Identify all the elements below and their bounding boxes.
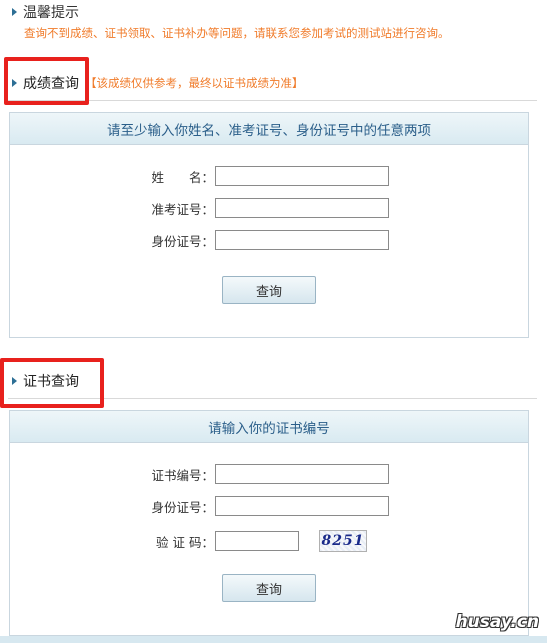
triangle-right-icon xyxy=(12,8,17,16)
score-section-note: 【该成绩仅供参考，最终以证书成绩为准】 xyxy=(85,76,304,90)
cert-panel-title: 请输入你的证书编号 xyxy=(10,411,528,443)
id-row: 身份证号： xyxy=(126,230,389,250)
name-row: 姓 名： xyxy=(126,166,389,186)
cert-number-label: 证书编号： xyxy=(151,467,214,483)
ticket-row: 准考证号： xyxy=(126,198,389,218)
cert-number-input[interactable] xyxy=(215,464,389,484)
cert-query-panel: 请输入你的证书编号 证书编号： 身份证号： 验 证 码： 8251 查询 xyxy=(9,410,529,636)
tip-title: 温馨提示 xyxy=(23,5,79,21)
captcha-image[interactable]: 8251 xyxy=(319,530,367,552)
name-label: 姓 名： xyxy=(151,169,214,185)
id-number-input[interactable] xyxy=(215,230,389,250)
id-number-label: 身份证号： xyxy=(151,233,214,249)
tip-text: 查询不到成绩、证书领取、证书补办等问题，请联系您参加考试的测试站进行咨询。 xyxy=(24,26,450,40)
tip-header: 温馨提示 xyxy=(12,2,79,22)
ticket-number-label: 准考证号： xyxy=(151,201,214,217)
score-query-panel: 请至少输入你姓名、准考证号、身份证号中的任意两项 姓 名： 准考证号： 身份证号… xyxy=(9,112,529,338)
cert-query-button[interactable]: 查询 xyxy=(222,574,316,602)
score-panel-title: 请至少输入你姓名、准考证号、身份证号中的任意两项 xyxy=(10,113,528,145)
cert-number-row: 证书编号： xyxy=(126,464,389,484)
bottom-bar xyxy=(0,636,547,643)
highlight-box xyxy=(4,57,89,105)
score-query-button[interactable]: 查询 xyxy=(222,276,316,304)
name-input[interactable] xyxy=(215,166,389,186)
watermark: husay.cn xyxy=(455,612,539,632)
cert-id-number-input[interactable] xyxy=(215,496,389,516)
captcha-row: 验 证 码： 8251 xyxy=(126,530,367,552)
captcha-input[interactable] xyxy=(215,531,299,551)
ticket-number-input[interactable] xyxy=(215,198,389,218)
cert-id-number-label: 身份证号： xyxy=(151,499,214,515)
cert-id-row: 身份证号： xyxy=(126,496,389,516)
captcha-label: 验 证 码： xyxy=(156,534,214,550)
highlight-box xyxy=(0,358,104,408)
